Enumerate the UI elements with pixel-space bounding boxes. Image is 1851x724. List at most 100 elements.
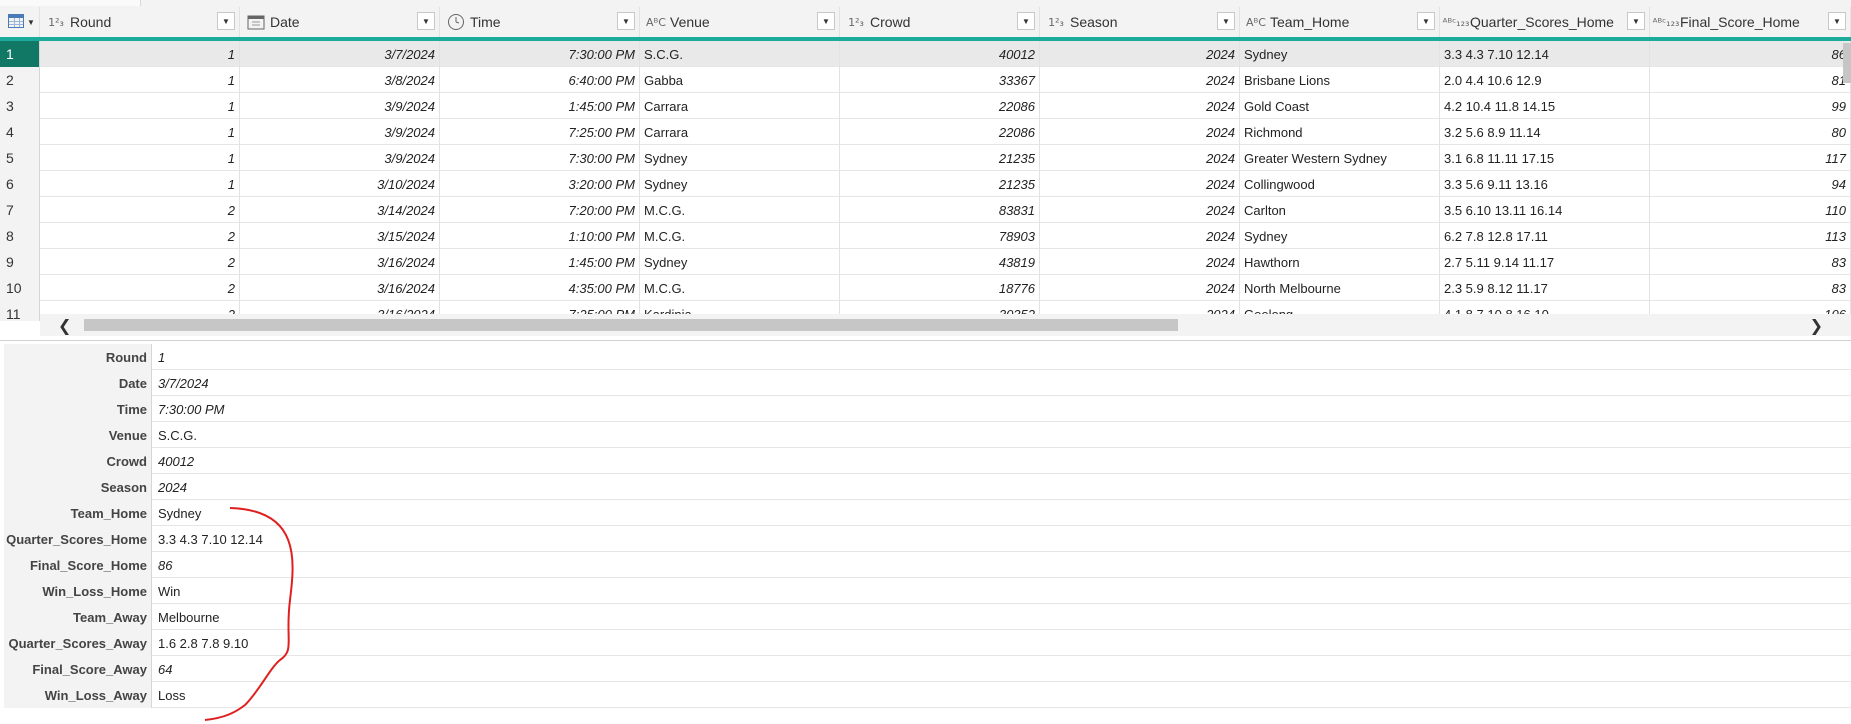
table-cell[interactable]: 3.1 6.8 11.11 17.15 <box>1440 145 1650 171</box>
table-cell[interactable]: 1 <box>40 41 240 67</box>
table-row[interactable]: 6 1 3/10/2024 3:20:00 PM Sydney 21235 2024 Coll… <box>0 171 1851 197</box>
table-cell[interactable]: 2 <box>40 249 240 275</box>
table-cell[interactable]: 3/9/2024 <box>240 119 440 145</box>
scroll-left-icon[interactable]: ❮ <box>58 316 71 336</box>
row-number[interactable]: 10 <box>0 275 40 301</box>
column-header-season[interactable]: 1²₃ Season ▼ <box>1040 7 1240 37</box>
type-number-icon[interactable]: 1²₃ <box>1044 12 1068 32</box>
table-cell[interactable]: 2.0 4.4 10.6 12.9 <box>1440 67 1650 93</box>
table-cell[interactable]: 22086 <box>840 93 1040 119</box>
table-cell[interactable]: 2 <box>40 223 240 249</box>
table-cell[interactable]: 3.5 6.10 13.11 16.14 <box>1440 197 1650 223</box>
column-header-round[interactable]: 1²₃ Round ▼ <box>40 7 240 37</box>
column-filter-dropdown-button[interactable]: ▼ <box>217 12 235 30</box>
row-number[interactable]: 11 <box>0 301 40 321</box>
type-number-icon[interactable]: ᴬᴮᶜ₁₂₃ <box>1653 12 1680 32</box>
table-cell[interactable]: 78903 <box>840 223 1040 249</box>
row-number[interactable]: 3 <box>0 93 40 119</box>
table-cell[interactable]: Carlton <box>1240 197 1440 223</box>
table-cell[interactable]: 2 <box>40 275 240 301</box>
type-number-icon[interactable]: 1²₃ <box>44 12 68 32</box>
table-cell[interactable]: 6.2 7.8 12.8 17.11 <box>1440 223 1650 249</box>
table-cell[interactable]: 2024 <box>1040 119 1240 145</box>
table-cell[interactable]: 1 <box>40 145 240 171</box>
table-cell[interactable]: 2024 <box>1040 249 1240 275</box>
column-header-team-home[interactable]: AᴮC Team_Home ▼ <box>1240 7 1440 37</box>
type-number-icon[interactable]: 1²₃ <box>844 12 868 32</box>
table-cell[interactable]: 80 <box>1650 119 1851 145</box>
table-row[interactable]: 5 1 3/9/2024 7:30:00 PM Sydney 21235 2024 Great… <box>0 145 1851 171</box>
scrollbar-thumb[interactable] <box>84 319 1178 331</box>
column-filter-dropdown-button[interactable]: ▼ <box>417 12 435 30</box>
table-cell[interactable]: 3.3 4.3 7.10 12.14 <box>1440 41 1650 67</box>
table-cell[interactable]: 2024 <box>1040 171 1240 197</box>
table-cell[interactable]: 3/14/2024 <box>240 197 440 223</box>
table-cell[interactable]: Hawthorn <box>1240 249 1440 275</box>
table-cell[interactable]: 18776 <box>840 275 1040 301</box>
row-number[interactable]: 9 <box>0 249 40 275</box>
column-header-final-score-home[interactable]: ᴬᴮᶜ₁₂₃ Final_Score_Home ▼ <box>1650 7 1851 37</box>
table-cell[interactable]: Sydney <box>640 171 840 197</box>
table-cell[interactable]: 1 <box>40 93 240 119</box>
table-cell[interactable]: Collingwood <box>1240 171 1440 197</box>
scroll-right-icon[interactable]: ❯ <box>1810 316 1823 336</box>
table-cell[interactable]: Sydney <box>1240 41 1440 67</box>
horizontal-scrollbar[interactable]: ❮ ❯ <box>40 314 1851 336</box>
clock-icon[interactable] <box>444 12 468 32</box>
table-cell[interactable]: 3/15/2024 <box>240 223 440 249</box>
table-cell[interactable]: 1 <box>40 67 240 93</box>
table-cell[interactable]: 7:25:00 PM <box>440 119 640 145</box>
table-cell[interactable]: 86 <box>1650 41 1851 67</box>
table-cell[interactable]: 110 <box>1650 197 1851 223</box>
column-header-date[interactable]: Date ▼ <box>240 7 440 37</box>
table-cell[interactable]: 3/10/2024 <box>240 171 440 197</box>
table-cell[interactable]: 83 <box>1650 275 1851 301</box>
table-row[interactable]: 8 2 3/15/2024 1:10:00 PM M.C.G. 78903 2024 Sydn… <box>0 223 1851 249</box>
table-cell[interactable]: 3/16/2024 <box>240 249 440 275</box>
table-row[interactable]: 4 1 3/9/2024 7:25:00 PM Carrara 22086 2024 Rich… <box>0 119 1851 145</box>
row-number[interactable]: 7 <box>0 197 40 223</box>
table-cell[interactable]: 94 <box>1650 171 1851 197</box>
table-cell[interactable]: 1:45:00 PM <box>440 249 640 275</box>
table-row[interactable]: 10 2 3/16/2024 4:35:00 PM M.C.G. 18776 2024 Nor… <box>0 275 1851 301</box>
table-cell[interactable]: 21235 <box>840 171 1040 197</box>
column-filter-dropdown-button[interactable]: ▼ <box>817 12 835 30</box>
table-cell[interactable]: 3/9/2024 <box>240 145 440 171</box>
vertical-scrollbar-thumb[interactable] <box>1843 43 1851 83</box>
table-cell[interactable]: 4:35:00 PM <box>440 275 640 301</box>
table-cell[interactable]: 2024 <box>1040 275 1240 301</box>
table-cell[interactable]: 1 <box>40 171 240 197</box>
table-cell[interactable]: Carrara <box>640 119 840 145</box>
query-tab[interactable] <box>0 0 141 6</box>
table-cell[interactable]: North Melbourne <box>1240 275 1440 301</box>
table-cell[interactable]: M.C.G. <box>640 223 840 249</box>
table-cell[interactable]: M.C.G. <box>640 275 840 301</box>
table-row[interactable]: 3 1 3/9/2024 1:45:00 PM Carrara 22086 2024 Gold… <box>0 93 1851 119</box>
column-filter-dropdown-button[interactable]: ▼ <box>1828 12 1846 30</box>
column-filter-dropdown-button[interactable]: ▼ <box>1217 12 1235 30</box>
table-row[interactable]: 1 1 3/7/2024 7:30:00 PM S.C.G. 40012 2024 Sydne… <box>0 41 1851 67</box>
table-cell[interactable]: 2024 <box>1040 41 1240 67</box>
table-cell[interactable]: 4.2 10.4 11.8 14.15 <box>1440 93 1650 119</box>
table-cell[interactable]: 2024 <box>1040 145 1240 171</box>
table-cell[interactable]: 1 <box>40 119 240 145</box>
calendar-icon[interactable] <box>244 12 268 32</box>
table-row[interactable]: 2 1 3/8/2024 6:40:00 PM Gabba 33367 2024 Brisba… <box>0 67 1851 93</box>
table-cell[interactable]: 2024 <box>1040 67 1240 93</box>
table-cell[interactable]: Sydney <box>640 249 840 275</box>
table-cell[interactable]: 83831 <box>840 197 1040 223</box>
column-filter-dropdown-button[interactable]: ▼ <box>1017 12 1035 30</box>
table-cell[interactable]: 2 <box>40 197 240 223</box>
table-cell[interactable]: 3/16/2024 <box>240 275 440 301</box>
table-cell[interactable]: Brisbane Lions <box>1240 67 1440 93</box>
table-cell[interactable]: Gold Coast <box>1240 93 1440 119</box>
row-number[interactable]: 2 <box>0 67 40 93</box>
table-cell[interactable]: 117 <box>1650 145 1851 171</box>
table-cell[interactable]: 6:40:00 PM <box>440 67 640 93</box>
table-menu-button[interactable]: ▼ <box>0 7 40 37</box>
table-cell[interactable]: 7:30:00 PM <box>440 41 640 67</box>
table-cell[interactable]: 83 <box>1650 249 1851 275</box>
table-cell[interactable]: 3/8/2024 <box>240 67 440 93</box>
column-header-quarter-scores-home[interactable]: ᴬᴮᶜ₁₂₃ Quarter_Scores_Home ▼ <box>1440 7 1650 37</box>
row-number[interactable]: 1 <box>0 41 40 67</box>
